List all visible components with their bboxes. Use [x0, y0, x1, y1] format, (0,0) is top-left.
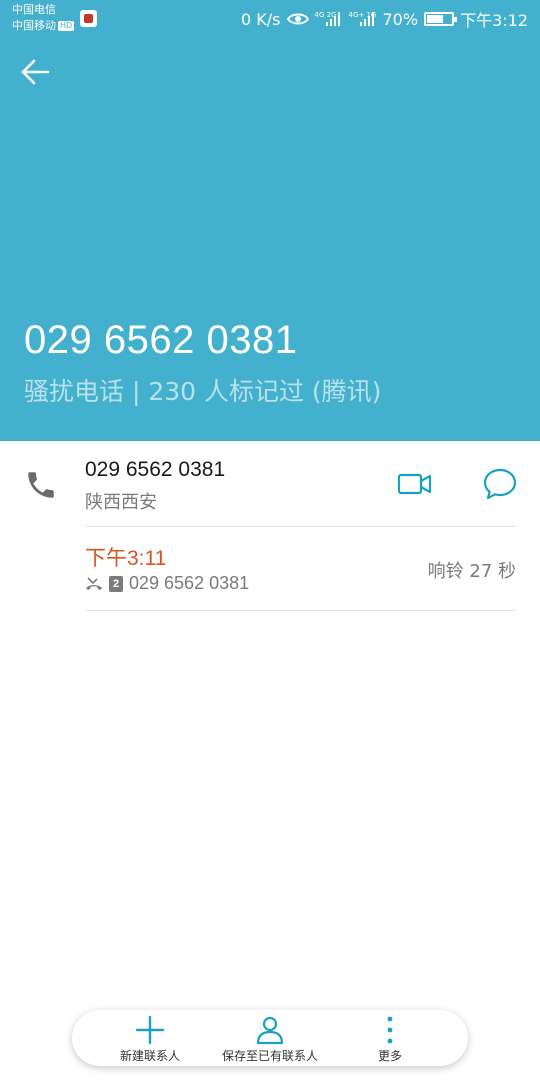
clock: 下午3:12	[460, 11, 528, 30]
ring-duration: 响铃 27 秒	[427, 561, 516, 582]
plus-icon	[135, 1015, 165, 1045]
app-notification-icon	[80, 10, 97, 27]
call-detail: 2 029 6562 0381	[85, 573, 249, 594]
hd-badge: HD	[58, 21, 75, 31]
carrier-1: 中国电信	[12, 3, 56, 16]
new-contact-button[interactable]: 新建联系人	[85, 1010, 215, 1066]
message-icon[interactable]	[480, 464, 520, 504]
battery-level	[427, 15, 444, 23]
contact-number: 029 6562 0381	[85, 458, 226, 481]
carrier-2: 中国移动 HD	[12, 19, 75, 33]
more-button[interactable]: 更多	[325, 1010, 455, 1066]
contact-row[interactable]	[0, 441, 540, 527]
eye-icon	[286, 13, 309, 25]
contact-location: 陕西西安	[85, 492, 157, 513]
battery-icon	[424, 12, 458, 26]
divider	[85, 610, 516, 611]
battery-percent: 70%	[382, 9, 419, 29]
save-to-existing-label: 保存至已有联系人	[221, 1049, 318, 1063]
status-indicators: 0 K/s 4G 2G 4G+ 1G 70% 下午3:12	[235, 8, 528, 31]
new-contact-label: 新建联系人	[119, 1049, 180, 1063]
call-number: 029 6562 0381	[129, 573, 250, 593]
caller-number: 029 6562 0381	[24, 318, 298, 362]
save-to-existing-button[interactable]: 保存至已有联系人	[205, 1010, 335, 1066]
signal-icon: 4G+ 1G	[349, 11, 377, 27]
person-icon	[256, 1016, 284, 1045]
divider	[85, 526, 516, 527]
sim-2-icon: 2	[109, 575, 123, 592]
more-label: 更多	[377, 1049, 402, 1063]
bottom-action-bar: 新建联系人 保存至已有联系人 更多	[72, 1010, 468, 1066]
phone-icon[interactable]	[24, 468, 58, 502]
missed-call-icon	[86, 576, 102, 590]
call-time: 下午3:11	[85, 547, 167, 570]
caller-header: 中国电信 中国移动 HD 0 K/s 4G 2G 4G+ 1G 70% 下午3:1…	[0, 0, 540, 441]
signal-icon: 4G 2G	[315, 11, 343, 27]
carrier-2-label: 中国移动	[12, 19, 56, 32]
back-arrow-icon[interactable]	[18, 52, 58, 92]
video-call-icon[interactable]	[395, 466, 435, 502]
net-speed: 0 K/s	[241, 9, 281, 29]
spam-tag: 骚扰电话 | 230 人标记过 (腾讯)	[24, 377, 382, 406]
status-bar: 中国电信 中国移动 HD 0 K/s 4G 2G 4G+ 1G 70% 下午3:1…	[0, 0, 540, 40]
more-vertical-icon	[387, 1016, 393, 1044]
